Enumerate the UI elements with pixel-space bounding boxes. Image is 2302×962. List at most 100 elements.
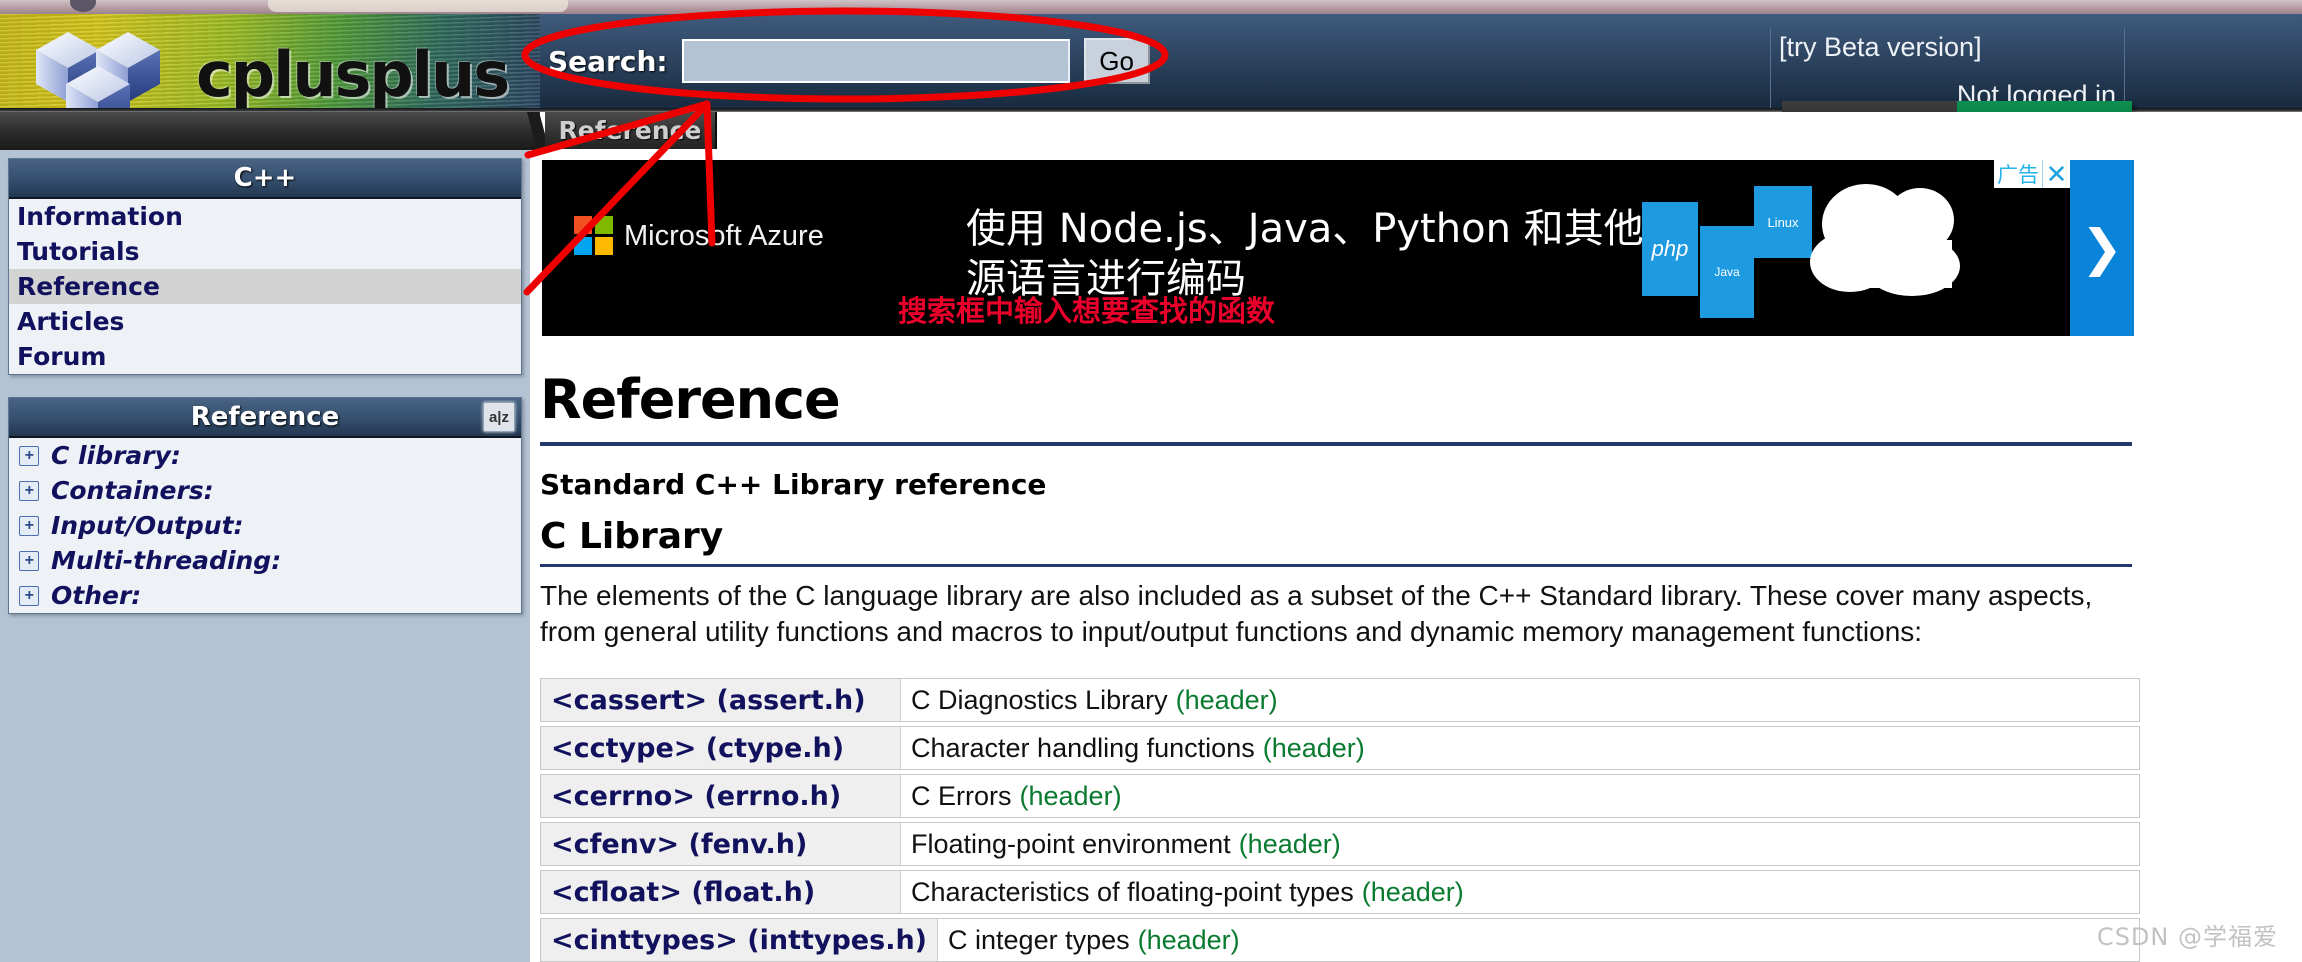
- ad-badge: 广告 ✕: [1994, 160, 2070, 189]
- browser-ui-dot: [70, 0, 96, 12]
- sidebar-item-reference[interactable]: Reference: [9, 269, 521, 304]
- watermark: CSDN @学福爱: [2096, 923, 2278, 951]
- left-sidebar: C++ Information Tutorials Reference Arti…: [0, 150, 530, 962]
- section-tabbar: Reference: [0, 112, 2302, 150]
- ad-chip-java: Java: [1700, 226, 1754, 318]
- close-icon[interactable]: ✕: [2042, 160, 2070, 189]
- sidebar-item-label: Tutorials: [17, 237, 140, 266]
- panel-reference-title: Reference: [190, 402, 340, 432]
- title-divider: [540, 442, 2132, 446]
- ad-label-text: 广告: [1994, 160, 2042, 188]
- header-description-text: Characteristics of floating-point types: [911, 876, 1354, 907]
- section-paragraph: The elements of the C language library a…: [540, 580, 2093, 647]
- search-go-button[interactable]: Go: [1083, 38, 1150, 84]
- microsoft-logo-icon: [574, 216, 614, 256]
- header-description-text: C integer types: [948, 924, 1130, 955]
- header-name-link[interactable]: <cfenv> (fenv.h): [541, 823, 901, 865]
- sidebar-item-label: Articles: [17, 307, 125, 336]
- search-label: Search:: [548, 44, 668, 78]
- sidebar-item-information[interactable]: Information: [9, 199, 521, 234]
- search-area: Search: Go: [548, 38, 1150, 84]
- header-type-tag: (header): [1019, 780, 1122, 811]
- table-row[interactable]: <cfenv> (fenv.h) Floating-point environm…: [540, 822, 2140, 866]
- ref-group-label: Containers:: [51, 476, 214, 505]
- ad-brand-text: Microsoft Azure: [624, 220, 824, 252]
- header-description-text: Floating-point environment: [911, 828, 1231, 859]
- tab-reference[interactable]: Reference: [545, 112, 717, 149]
- expand-plus-icon[interactable]: +: [19, 550, 39, 571]
- table-row[interactable]: <cassert> (assert.h) C Diagnostics Libra…: [540, 678, 2140, 722]
- table-row[interactable]: <cctype> (ctype.h) Character handling fu…: [540, 726, 2140, 770]
- table-row[interactable]: <cerrno> (errno.h) C Errors (header): [540, 774, 2140, 818]
- ad-next-arrow-icon[interactable]: ❯: [2070, 160, 2134, 336]
- sidebar-item-tutorials[interactable]: Tutorials: [9, 234, 521, 269]
- header-name-link[interactable]: <cctype> (ctype.h): [541, 727, 901, 769]
- header-name-link[interactable]: <cerrno> (errno.h): [541, 775, 901, 817]
- header-description: C integer types (header): [938, 919, 2139, 961]
- header-name-link[interactable]: <cfloat> (float.h): [541, 871, 901, 913]
- screenshot-root: cplusplus .com Search: Go [try Beta vers…: [0, 0, 2302, 962]
- browser-tab[interactable]: [268, 0, 568, 12]
- browser-chrome-strip: [0, 0, 2302, 14]
- tab-reference-label: Reference: [558, 116, 702, 145]
- section-title-c-library: C Library: [540, 516, 724, 557]
- header-type-tag: (header): [1175, 684, 1278, 715]
- cloud-icon: [1792, 180, 1992, 300]
- beta-version-link[interactable]: [try Beta version]: [1779, 32, 1982, 63]
- panel-reference: Reference a|z + C library: + Containers:…: [8, 397, 522, 614]
- ref-group-label: Multi-threading:: [51, 546, 282, 575]
- header-description: C Diagnostics Library (header): [901, 679, 2139, 721]
- ref-group-label: Input/Output:: [51, 511, 244, 540]
- panel-cpp-header: C++: [9, 159, 521, 199]
- alphabetical-index-icon[interactable]: a|z: [483, 402, 515, 432]
- ref-group-other[interactable]: + Other:: [9, 578, 521, 613]
- az-icon-label: a|z: [488, 408, 510, 426]
- header-description: Characteristics of floating-point types …: [901, 871, 2139, 913]
- panel-cpp-title: C++: [233, 163, 297, 193]
- table-row[interactable]: <cinttypes> (inttypes.h) C integer types…: [540, 918, 2140, 962]
- expand-plus-icon[interactable]: +: [19, 515, 39, 536]
- logo-wordmark[interactable]: cplusplus: [196, 38, 510, 111]
- ad-chip-php: php: [1642, 202, 1698, 296]
- panel-reference-header: Reference a|z: [9, 398, 521, 438]
- ref-group-label: Other:: [51, 581, 142, 610]
- header-description-text: Character handling functions: [911, 732, 1255, 763]
- header-type-tag: (header): [1238, 828, 1341, 859]
- advertisement-banner[interactable]: Microsoft Azure 使用 Node.js、Java、Python 和…: [542, 160, 2134, 336]
- sidebar-item-articles[interactable]: Articles: [9, 304, 521, 339]
- header-description-text: C Errors: [911, 780, 1012, 811]
- expand-plus-icon[interactable]: +: [19, 585, 39, 606]
- ref-group-label: C library:: [51, 441, 181, 470]
- header-name-link[interactable]: <cinttypes> (inttypes.h): [541, 919, 939, 961]
- header-description: Character handling functions (header): [901, 727, 2139, 769]
- header-type-tag: (header): [1262, 732, 1365, 763]
- header-type-tag: (header): [1137, 924, 1240, 955]
- ref-group-input-output[interactable]: + Input/Output:: [9, 508, 521, 543]
- page-title: Reference: [540, 368, 841, 431]
- panel-cpp: C++ Information Tutorials Reference Arti…: [8, 158, 522, 375]
- header-description-text: C Diagnostics Library: [911, 684, 1168, 715]
- header-name-link[interactable]: <cassert> (assert.h): [541, 679, 901, 721]
- header-description: C Errors (header): [901, 775, 2139, 817]
- main-content: Microsoft Azure 使用 Node.js、Java、Python 和…: [530, 150, 2302, 962]
- account-box: [try Beta version] Not logged in: [1770, 28, 2125, 112]
- site-header: cplusplus .com Search: Go [try Beta vers…: [0, 14, 2302, 112]
- header-description: Floating-point environment (header): [901, 823, 2139, 865]
- table-row[interactable]: <cfloat> (float.h) Characteristics of fl…: [540, 870, 2140, 914]
- sidebar-item-label: Information: [17, 202, 183, 231]
- annotation-caption-text: 搜索框中输入想要查找的函数: [898, 294, 1276, 328]
- page-subheading: Standard C++ Library reference: [540, 468, 1047, 501]
- ref-group-multi-threading[interactable]: + Multi-threading:: [9, 543, 521, 578]
- c-library-headers-table: <cassert> (assert.h) C Diagnostics Libra…: [540, 678, 2140, 962]
- cplusplus-logo-icon[interactable]: [28, 24, 188, 112]
- expand-plus-icon[interactable]: +: [19, 445, 39, 466]
- search-input[interactable]: [681, 39, 1070, 83]
- ref-group-c-library[interactable]: + C library:: [9, 438, 521, 473]
- sidebar-item-forum[interactable]: Forum: [9, 339, 521, 374]
- section-divider: [540, 564, 2132, 567]
- ref-group-containers[interactable]: + Containers:: [9, 473, 521, 508]
- header-type-tag: (header): [1361, 876, 1464, 907]
- sidebar-item-label: Forum: [17, 342, 107, 371]
- tabbar-background: [0, 112, 540, 150]
- expand-plus-icon[interactable]: +: [19, 480, 39, 501]
